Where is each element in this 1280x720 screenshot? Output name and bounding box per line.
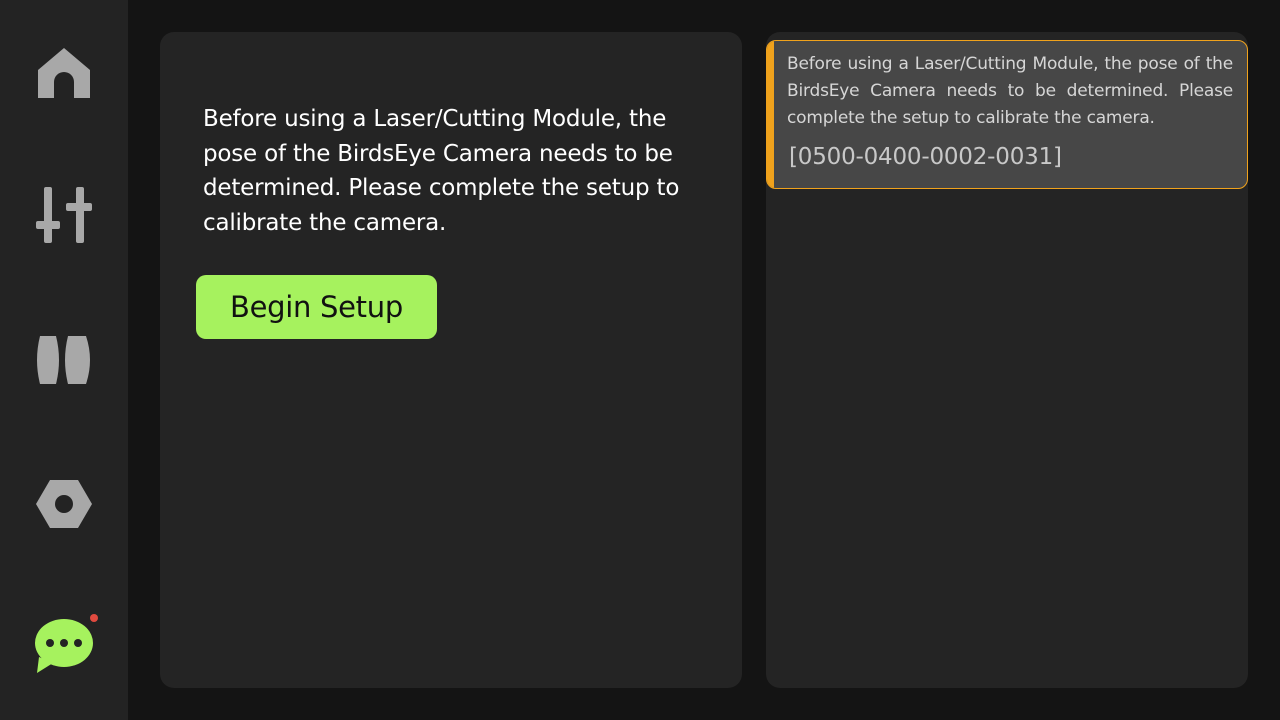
notifications-panel: Before using a Laser/Cutting Module, the… <box>766 32 1248 688</box>
notification-badge <box>90 614 98 622</box>
error-code: [0500-0400-0002-0031] <box>789 144 1062 170</box>
sliders-icon <box>36 187 92 243</box>
begin-setup-button[interactable]: Begin Setup <box>196 275 437 339</box>
warning-accent-bar <box>767 41 774 188</box>
nav-modules[interactable] <box>0 305 128 415</box>
nav-controls[interactable] <box>0 160 128 270</box>
nav-messages[interactable] <box>0 592 128 702</box>
home-icon <box>38 48 90 98</box>
chat-icon <box>35 619 93 673</box>
module-icon <box>37 336 90 384</box>
notification-text: Before using a Laser/Cutting Module, the… <box>787 54 1233 128</box>
settings-icon <box>36 480 92 528</box>
nav-home[interactable] <box>0 17 128 127</box>
sidebar <box>0 0 128 720</box>
setup-panel: Before using a Laser/Cutting Module, the… <box>160 32 742 688</box>
setup-message: Before using a Laser/Cutting Module, the… <box>203 106 680 236</box>
warning-notification[interactable]: Before using a Laser/Cutting Module, the… <box>766 40 1248 189</box>
nav-settings[interactable] <box>0 449 128 559</box>
